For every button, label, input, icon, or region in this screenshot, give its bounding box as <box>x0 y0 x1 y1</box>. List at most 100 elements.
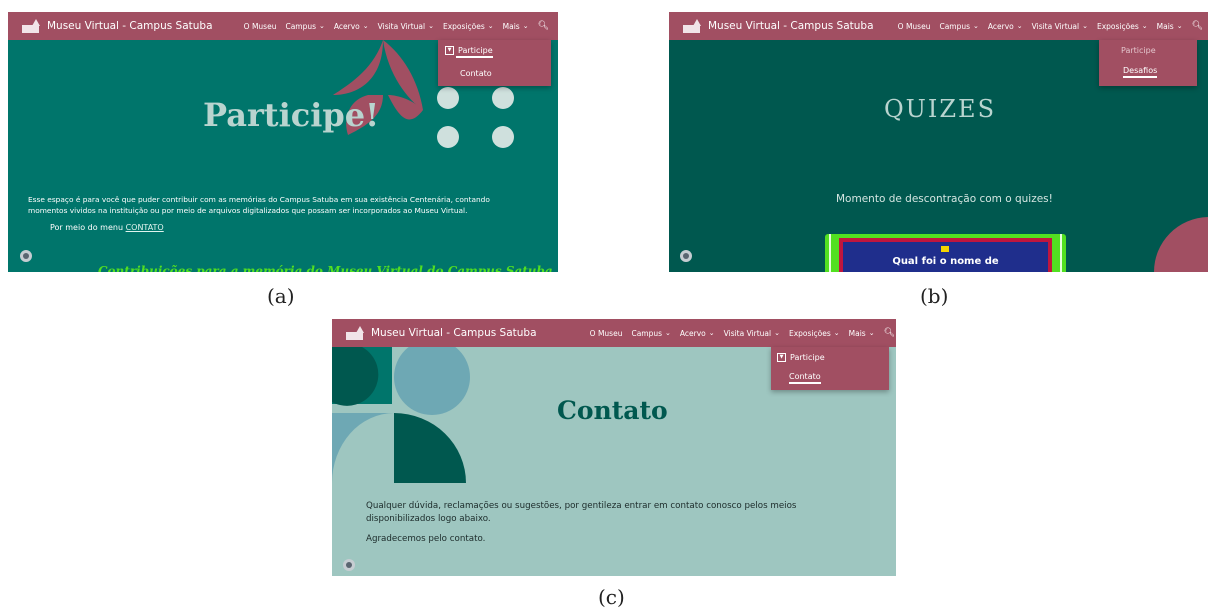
quiz-card[interactable]: Qual foi o nome de <box>825 234 1066 272</box>
decorative-shapes <box>1154 217 1208 272</box>
contributions-heading: Contribuições para a memória do Museu Vi… <box>98 264 553 272</box>
contact-paragraph: Qualquer dúvida, reclamações ou sugestõe… <box>366 501 797 524</box>
contact-prefix: Por meio do menu <box>50 223 124 232</box>
menu-acervo[interactable]: Acervo ⌄ <box>988 22 1023 31</box>
dropdown-item-participe[interactable]: Participe <box>1121 46 1156 55</box>
logo-icon[interactable] <box>683 18 701 33</box>
decorative-shapes <box>332 347 470 483</box>
menu-label: Visita Virtual <box>377 21 426 31</box>
menu-label: O Museu <box>897 21 931 31</box>
dropdown-icon: ▼ <box>445 46 454 55</box>
menu-campus[interactable]: Campus ⌄ <box>285 22 324 31</box>
menu-label: O Museu <box>243 21 277 31</box>
logo-icon[interactable] <box>22 18 40 33</box>
chevron-down-icon: ⌄ <box>868 329 875 337</box>
chevron-down-icon: ⌄ <box>319 22 325 30</box>
menu-exposicoes[interactable]: Exposições ⌄ <box>443 22 494 31</box>
screenshot-a: Museu Virtual - Campus Satuba O Museu Ca… <box>8 12 558 272</box>
menu-exposicoes[interactable]: Exposições ⌄ <box>1097 22 1148 31</box>
dropdown-item-contato[interactable]: Contato <box>460 69 492 78</box>
dropdown-icon: ▼ <box>777 353 786 362</box>
settings-icon[interactable] <box>20 250 32 262</box>
menu-acervo[interactable]: Acervo ⌄ <box>334 22 369 31</box>
chevron-down-icon: ⌄ <box>487 22 494 30</box>
menu-label: O Museu <box>589 328 623 338</box>
menu-mais[interactable]: Mais ⌄ <box>1157 22 1183 31</box>
menu-visita-virtual[interactable]: Visita Virtual ⌄ <box>724 329 780 338</box>
intro-paragraph: Esse espaço é para você que puder contri… <box>28 195 490 215</box>
menu-campus[interactable]: Campus ⌄ <box>939 22 978 31</box>
navbar: Museu Virtual - Campus Satuba O Museu Ca… <box>8 12 558 40</box>
search-icon[interactable]: 🔍︎ <box>884 328 895 338</box>
dropdown-item-participe[interactable]: ▼ Participe <box>445 46 493 58</box>
dropdown-item-contato[interactable]: Contato <box>789 372 821 384</box>
caption-b: (b) <box>920 284 949 308</box>
site-title[interactable]: Museu Virtual - Campus Satuba <box>708 20 874 32</box>
logo-icon[interactable] <box>346 325 364 340</box>
menu-o-museu[interactable]: O Museu <box>244 22 277 31</box>
site-title[interactable]: Museu Virtual - Campus Satuba <box>371 327 537 339</box>
menu-label: Acervo <box>333 21 360 31</box>
menu-label: Acervo <box>679 328 706 338</box>
menu-label: Acervo <box>987 21 1014 31</box>
menu-label: Campus <box>285 21 317 31</box>
navbar: Museu Virtual - Campus Satuba O Museu Ca… <box>332 319 896 347</box>
menu-label: Mais <box>1156 21 1174 31</box>
menu-campus[interactable]: Campus ⌄ <box>631 329 670 338</box>
circle-shape <box>492 87 514 109</box>
menu-label: Mais <box>848 328 866 338</box>
menu-label: Visita Virtual <box>723 328 772 338</box>
settings-icon[interactable] <box>680 250 692 262</box>
chevron-down-icon: ⌄ <box>362 22 369 30</box>
menu-mais[interactable]: Mais ⌄ <box>503 22 529 31</box>
chevron-down-icon: ⌄ <box>1016 22 1023 30</box>
caption-c: (c) <box>598 585 625 609</box>
dropdown-item-desafios[interactable]: Desafios <box>1123 66 1158 78</box>
dropdown-label: Participe <box>458 46 493 55</box>
search-icon[interactable]: 🔍︎ <box>1192 21 1203 31</box>
menu-label: Exposições <box>788 328 831 338</box>
screenshot-c: Museu Virtual - Campus Satuba O Museu Ca… <box>332 319 896 576</box>
contact-link[interactable]: CONTATO <box>126 223 164 232</box>
menu-o-museu[interactable]: O Museu <box>898 22 931 31</box>
dropdown-item-participe[interactable]: ▼ Participe <box>777 353 825 362</box>
menu-label: Exposições <box>442 21 485 31</box>
chevron-down-icon: ⌄ <box>522 22 529 30</box>
card-inner: Qual foi o nome de <box>843 242 1048 272</box>
active-underline <box>456 56 493 58</box>
page-title: Contato <box>557 396 668 425</box>
navbar: Museu Virtual - Campus Satuba O Museu Ca… <box>669 12 1208 40</box>
chevron-down-icon: ⌄ <box>1176 22 1183 30</box>
menu-label: Campus <box>631 328 663 338</box>
chevron-down-icon: ⌄ <box>1082 22 1088 30</box>
circle-shape <box>492 126 514 148</box>
circle-shape <box>437 126 459 148</box>
menu-label: Mais <box>502 21 520 31</box>
settings-icon[interactable] <box>343 559 355 571</box>
thanks-text: Agradecemos pelo contato. <box>366 534 486 544</box>
main-menu: O Museu Campus ⌄ Acervo ⌄ Visita Virtual ⌄ … <box>590 328 896 338</box>
main-menu: O Museu Campus ⌄ Acervo ⌄ Visita Virtual ⌄ … <box>244 21 558 31</box>
active-underline <box>1123 76 1158 78</box>
page-title: QUIZES <box>884 95 997 123</box>
menu-visita-virtual[interactable]: Visita Virtual ⌄ <box>378 22 434 31</box>
site-title[interactable]: Museu Virtual - Campus Satuba <box>47 20 213 32</box>
chevron-down-icon: ⌄ <box>973 22 979 30</box>
chevron-down-icon: ⌄ <box>665 329 671 337</box>
chevron-down-icon: ⌄ <box>774 329 780 337</box>
quarter-circle-shape <box>1154 217 1208 272</box>
dropdown-label: Contato <box>789 372 821 381</box>
menu-visita-virtual[interactable]: Visita Virtual ⌄ <box>1032 22 1088 31</box>
main-menu: O Museu Campus ⌄ Acervo ⌄ Visita Virtual ⌄ … <box>898 21 1208 31</box>
menu-mais[interactable]: Mais ⌄ <box>849 329 875 338</box>
page-title: Participe! <box>203 96 380 134</box>
card-frame: Qual foi o nome de <box>839 238 1052 272</box>
menu-label: Campus <box>939 21 971 31</box>
menu-acervo[interactable]: Acervo ⌄ <box>680 329 715 338</box>
menu-exposicoes[interactable]: Exposições ⌄ <box>789 329 840 338</box>
chevron-down-icon: ⌄ <box>1141 22 1148 30</box>
menu-o-museu[interactable]: O Museu <box>590 329 623 338</box>
search-icon[interactable]: 🔍︎ <box>538 21 549 31</box>
quiz-question: Qual foi o nome de <box>892 256 999 267</box>
chevron-down-icon: ⌄ <box>833 329 840 337</box>
